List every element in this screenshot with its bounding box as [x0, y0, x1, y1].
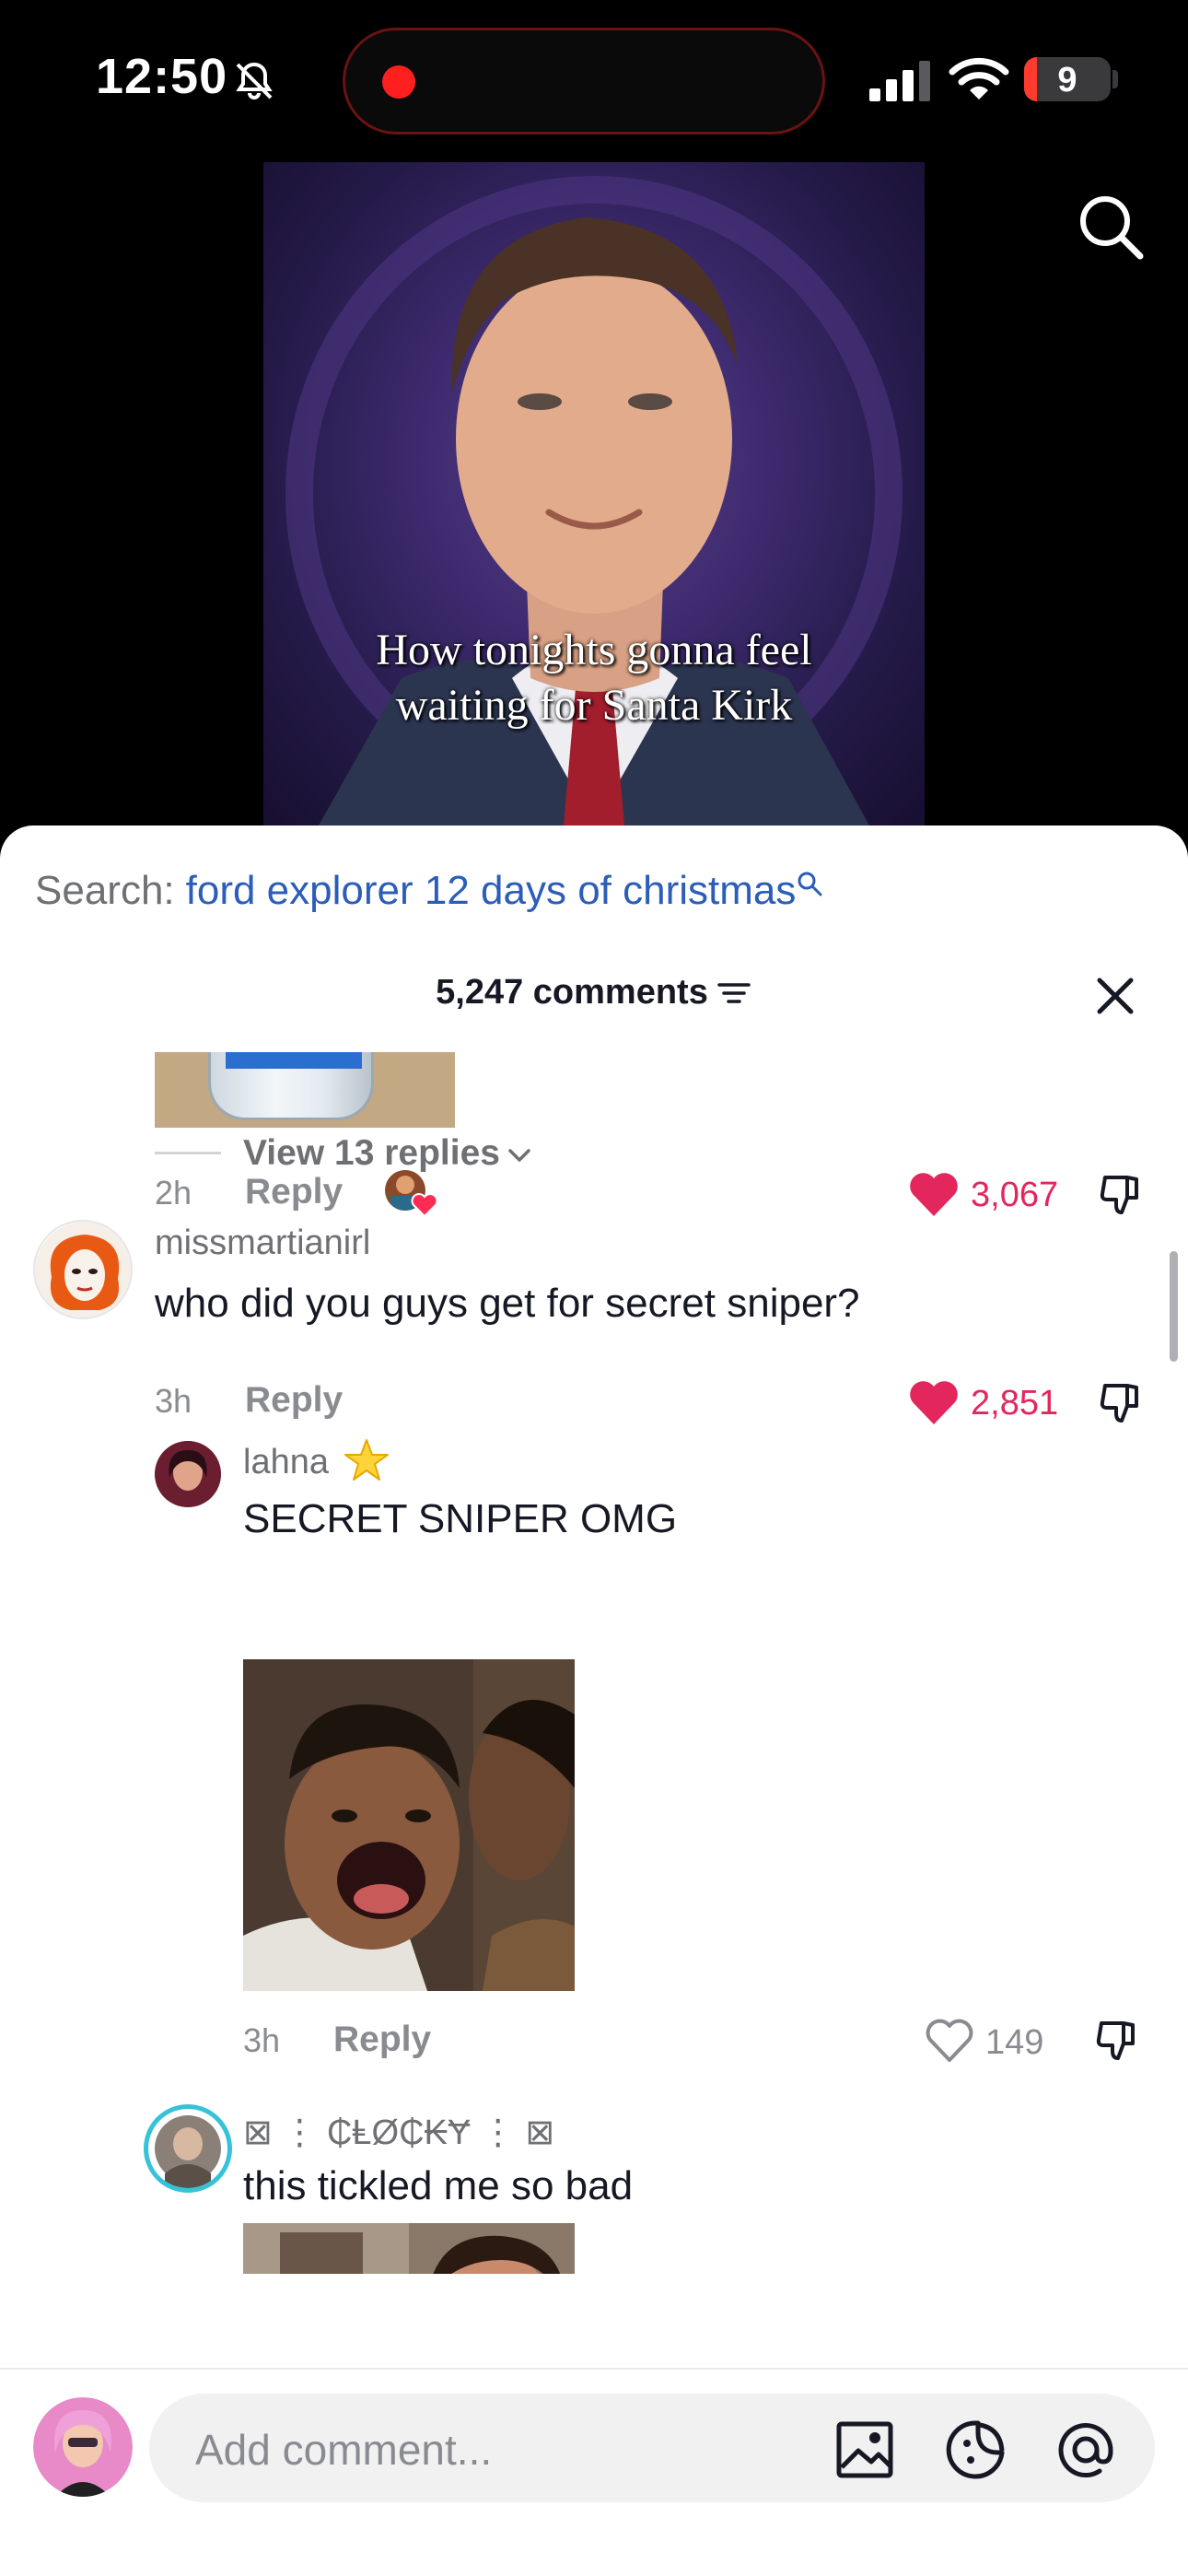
- scrollbar[interactable]: [1170, 1251, 1178, 1362]
- dislike-icon[interactable]: [1092, 2016, 1142, 2066]
- recording-indicator: [382, 65, 415, 99]
- search-query-link[interactable]: ford explorer 12 days of christmas: [186, 868, 797, 913]
- reply-button[interactable]: Reply: [245, 1380, 343, 1421]
- comment-username[interactable]: missmartianirl: [155, 1224, 370, 1263]
- wifi-icon: [949, 57, 1009, 100]
- cellular-signal-icon: [869, 61, 930, 101]
- comments-header: 5,247 comments: [0, 973, 1188, 1028]
- dynamic-island: [343, 28, 825, 135]
- close-icon[interactable]: [1092, 973, 1138, 1019]
- bell-muted-icon: [236, 62, 273, 100]
- video-caption: How tonights gonna feel waiting for Sant…: [263, 623, 925, 733]
- comment-input-container[interactable]: [149, 2394, 1155, 2502]
- sort-filter-icon[interactable]: [716, 978, 752, 1009]
- avatar[interactable]: [155, 1441, 221, 1507]
- battery-indicator: 9: [1024, 57, 1111, 101]
- reply-age: 3h: [243, 2021, 281, 2059]
- comment-composer: [0, 2368, 1188, 2576]
- caption-line-2: waiting for Santa Kirk: [395, 681, 793, 730]
- like-count: 3,067: [971, 1176, 1059, 1214]
- reply-text: this tickled me so bad: [243, 2163, 634, 2208]
- battery-cap: [1112, 70, 1118, 88]
- caption-line-1: How tonights gonna feel: [376, 626, 812, 674]
- reply-text: SECRET SNIPER OMG: [243, 1496, 678, 1541]
- my-avatar: [33, 2397, 133, 2497]
- search-icon[interactable]: [1076, 192, 1146, 262]
- reply-button[interactable]: Reply: [333, 2020, 431, 2060]
- video-player[interactable]: How tonights gonna feel waiting for Sant…: [263, 162, 925, 825]
- dislike-icon[interactable]: [1096, 1170, 1146, 1220]
- emoji-sticker-icon[interactable]: [945, 2419, 1006, 2480]
- star-icon: [344, 1439, 389, 1481]
- reply-gif[interactable]: [243, 2223, 575, 2274]
- reply-username[interactable]: lahna: [243, 1443, 329, 1482]
- like-count: 149: [985, 2023, 1044, 2062]
- bottle-label: [226, 1052, 362, 1069]
- comment-age: 2h: [155, 1174, 192, 1212]
- view-replies-label: View 13 replies: [243, 1133, 500, 1173]
- comment-text: who did you guys get for secret sniper?: [155, 1281, 860, 1326]
- comment-input[interactable]: [195, 2425, 748, 2475]
- replies-divider: [155, 1152, 221, 1154]
- reply-button[interactable]: Reply: [245, 1172, 343, 1212]
- comment-list[interactable]: 2h Reply 3,067 View 13 replies missmarti…: [0, 1052, 1188, 2274]
- view-replies-button[interactable]: View 13 replies: [243, 1133, 531, 1174]
- search-icon: [798, 872, 822, 896]
- battery-percentage: 9: [1057, 61, 1077, 100]
- reply-username[interactable]: ⊠ ⋮ ₵ⱠØ₵₭Ɏ ⋮ ⊠: [243, 2112, 554, 2153]
- creator-liked-heart-icon: [411, 1193, 438, 1218]
- avatar[interactable]: [144, 2104, 232, 2193]
- comment-age: 3h: [155, 1382, 192, 1420]
- comment-count: 5,247 comments: [436, 973, 708, 1012]
- like-heart-icon[interactable]: [908, 1172, 960, 1218]
- like-heart-icon[interactable]: [908, 1380, 960, 1426]
- comment-image[interactable]: [155, 1052, 455, 1128]
- chevron-down-icon: [508, 1148, 530, 1162]
- dislike-icon[interactable]: [1096, 1378, 1146, 1428]
- water-bottle-graphic: [208, 1052, 374, 1120]
- like-count: 2,851: [971, 1384, 1059, 1423]
- search-suggestion[interactable]: Search: ford explorer 12 days of christma…: [35, 868, 823, 914]
- like-heart-outline-icon[interactable]: [925, 2018, 974, 2064]
- mention-icon[interactable]: [1055, 2419, 1116, 2480]
- status-bar: 12:50 9: [0, 0, 1188, 157]
- avatar[interactable]: [33, 1220, 133, 1319]
- status-time: 12:50: [96, 49, 228, 104]
- image-upload-icon[interactable]: [834, 2419, 895, 2480]
- comments-sheet: Search: ford explorer 12 days of christma…: [0, 825, 1188, 2576]
- reply-gif[interactable]: [243, 1659, 575, 1991]
- search-prefix: Search:: [35, 868, 175, 913]
